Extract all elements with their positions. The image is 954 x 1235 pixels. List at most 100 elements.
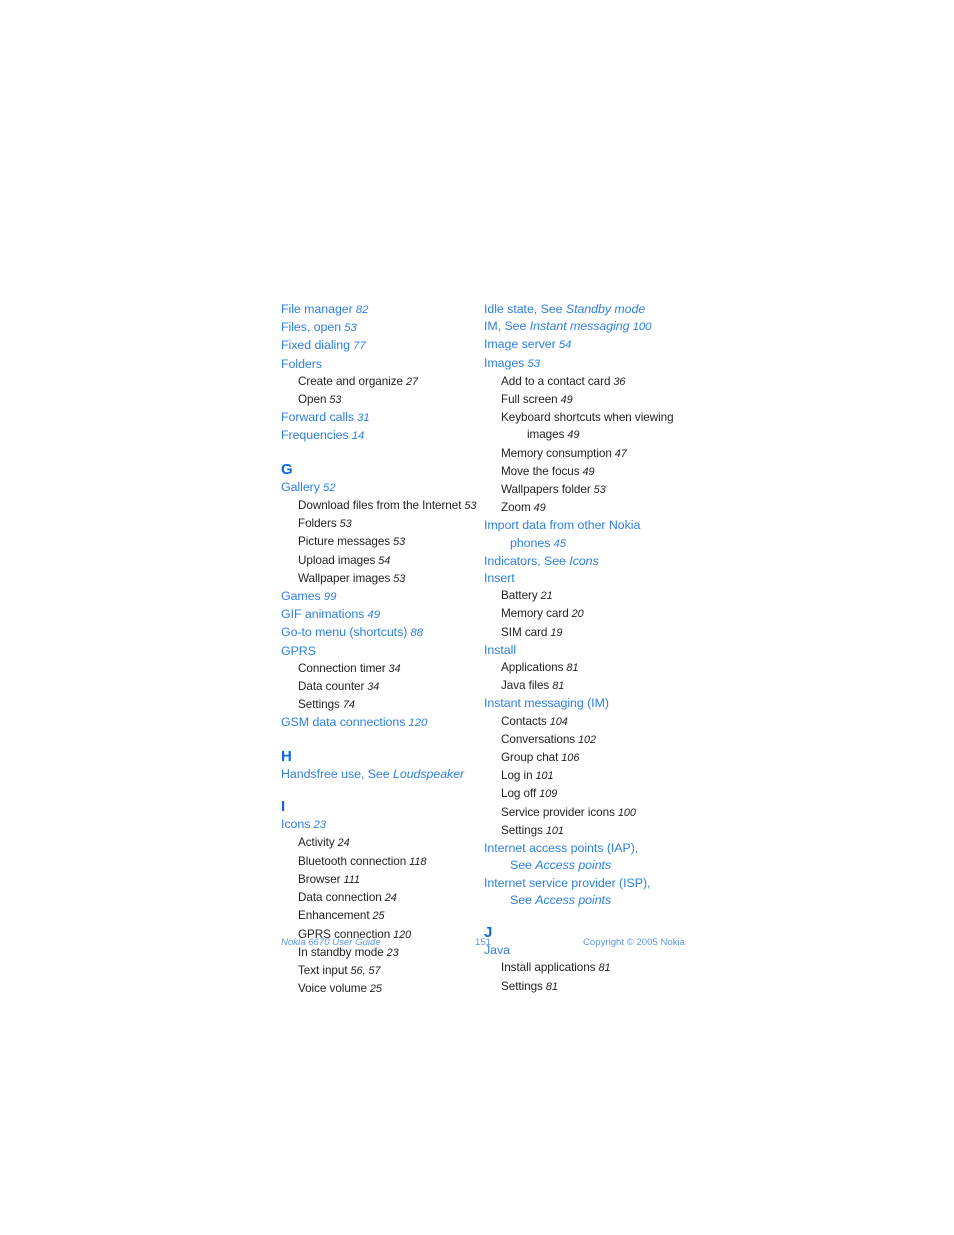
index-entry[interactable]: Idle state, See Standby mode [484, 301, 687, 318]
index-entry[interactable]: Internet access points (IAP), [484, 840, 687, 857]
index-subentry[interactable]: Picture messages 53 [281, 533, 484, 551]
index-page-number[interactable]: 81 [549, 680, 564, 692]
index-entry[interactable]: Files, open 53 [281, 319, 484, 337]
index-entry[interactable]: Fixed dialing 77 [281, 337, 484, 355]
index-subentry[interactable]: Install applications 81 [484, 959, 687, 977]
index-subentry[interactable]: Full screen 49 [484, 391, 687, 409]
index-cross-reference[interactable]: Standby mode [566, 302, 645, 316]
index-page-number[interactable]: 118 [406, 856, 426, 868]
index-subentry[interactable]: Create and organize 27 [281, 373, 484, 391]
index-entry-continuation[interactable]: See Access points [484, 857, 687, 874]
index-subentry[interactable]: Conversations 102 [484, 731, 687, 749]
index-page-number[interactable]: 47 [612, 448, 627, 460]
index-subentry[interactable]: Zoom 49 [484, 499, 687, 517]
index-page-number[interactable]: 31 [354, 412, 370, 424]
index-page-number[interactable]: 54 [375, 555, 390, 567]
index-page-number[interactable]: 45 [550, 538, 566, 550]
index-page-number[interactable]: 21 [538, 590, 553, 602]
index-subentry[interactable]: Log in 101 [484, 767, 687, 785]
index-subentry[interactable]: Open 53 [281, 391, 484, 409]
index-subentry[interactable]: Log off 109 [484, 785, 687, 803]
index-page-number[interactable]: 53 [461, 500, 476, 512]
index-subentry[interactable]: Data counter 34 [281, 678, 484, 696]
index-page-number[interactable]: 49 [364, 609, 380, 621]
index-page-number[interactable]: 49 [558, 394, 573, 406]
index-subentry[interactable]: Wallpaper images 53 [281, 570, 484, 588]
index-entry[interactable]: GIF animations 49 [281, 606, 484, 624]
index-page-number[interactable]: 19 [547, 627, 562, 639]
index-page-number[interactable]: 81 [596, 962, 610, 974]
index-page-number[interactable]: 52 [320, 482, 336, 494]
index-page-number[interactable]: 27 [403, 376, 418, 388]
index-entry[interactable]: Gallery 52 [281, 479, 484, 497]
index-subentry[interactable]: Memory consumption 47 [484, 445, 687, 463]
index-entry-continuation[interactable]: phones 45 [484, 535, 687, 553]
index-entry[interactable]: Indicators, See Icons [484, 553, 687, 570]
index-subentry[interactable]: Battery 21 [484, 587, 687, 605]
index-page-number[interactable]: 104 [547, 716, 568, 728]
index-cross-reference[interactable]: Access points [535, 893, 611, 907]
index-subentry[interactable]: Data connection 24 [281, 889, 484, 907]
index-subentry[interactable]: Applications 81 [484, 659, 687, 677]
index-subentry[interactable]: Upload images 54 [281, 552, 484, 570]
index-subentry[interactable]: Keyboard shortcuts when viewing [484, 409, 687, 426]
index-entry[interactable]: File manager 82 [281, 301, 484, 319]
index-subentry[interactable]: Bluetooth connection 118 [281, 853, 484, 871]
index-entry[interactable]: Insert [484, 570, 687, 587]
index-subentry[interactable]: Download files from the Internet 53 [281, 497, 484, 515]
index-page-number[interactable]: 106 [558, 752, 579, 764]
index-page-number[interactable]: 101 [543, 825, 564, 837]
index-entry[interactable]: Images 53 [484, 355, 687, 373]
index-entry[interactable]: Folders [281, 356, 484, 373]
index-page-number[interactable]: 54 [556, 339, 572, 351]
index-entry[interactable]: Handsfree use, See Loudspeaker [281, 766, 484, 783]
index-entry[interactable]: Frequencies 14 [281, 427, 484, 445]
index-subentry[interactable]: Service provider icons 100 [484, 804, 687, 822]
index-page-number[interactable]: 74 [340, 699, 355, 711]
index-page-number[interactable]: 77 [350, 340, 366, 352]
index-page-number[interactable]: 24 [335, 837, 350, 849]
index-page-number[interactable]: 111 [341, 874, 359, 886]
index-entry[interactable]: GSM data connections 120 [281, 714, 484, 732]
index-entry[interactable]: Go-to menu (shortcuts) 88 [281, 624, 484, 642]
index-page-number[interactable]: 109 [536, 788, 557, 800]
index-subentry[interactable]: SIM card 19 [484, 624, 687, 642]
index-entry[interactable]: IM, See Instant messaging 100 [484, 318, 687, 336]
index-page-number[interactable]: 101 [533, 770, 554, 782]
index-cross-reference[interactable]: Instant messaging [530, 319, 630, 333]
index-page-number[interactable]: 53 [524, 358, 540, 370]
index-page-number[interactable]: 49 [564, 429, 579, 441]
index-cross-reference[interactable]: Access points [535, 858, 611, 872]
index-page-number[interactable]: 99 [321, 591, 337, 603]
index-page-number[interactable]: 20 [569, 608, 584, 620]
index-subentry[interactable]: Connection timer 34 [281, 660, 484, 678]
index-entry[interactable]: Internet service provider (ISP), [484, 875, 687, 892]
index-page-number[interactable]: 102 [575, 734, 596, 746]
index-subentry[interactable]: Settings 74 [281, 696, 484, 714]
index-cross-reference[interactable]: Loudspeaker [393, 767, 464, 781]
index-subentry[interactable]: Voice volume 25 [281, 980, 484, 998]
index-page-number[interactable]: 53 [390, 536, 405, 548]
index-subentry[interactable]: Activity 24 [281, 834, 484, 852]
index-page-number[interactable]: 25 [367, 983, 382, 995]
index-entry[interactable]: Install [484, 642, 687, 659]
index-entry[interactable]: Icons 23 [281, 816, 484, 834]
index-subentry[interactable]: Browser 111 [281, 871, 484, 889]
index-page-number[interactable]: 23 [310, 819, 326, 831]
index-subentry[interactable]: Text input 56, 57 [281, 962, 484, 980]
index-page-number[interactable]: 49 [580, 466, 595, 478]
index-entry-continuation[interactable]: See Access points [484, 892, 687, 909]
index-page-number[interactable]: 53 [390, 573, 405, 585]
index-entry[interactable]: Games 99 [281, 588, 484, 606]
index-subentry[interactable]: Group chat 106 [484, 749, 687, 767]
index-entry[interactable]: Image server 54 [484, 336, 687, 354]
index-page-number[interactable]: 56, 57 [348, 965, 381, 977]
index-subentry[interactable]: Add to a contact card 36 [484, 373, 687, 391]
index-page-number[interactable]: 100 [629, 321, 652, 333]
index-page-number[interactable]: 88 [407, 627, 423, 639]
index-page-number[interactable]: 82 [353, 304, 369, 316]
index-page-number[interactable]: 36 [610, 376, 625, 388]
index-page-number[interactable]: 49 [531, 502, 546, 514]
index-page-number[interactable]: 14 [349, 430, 365, 442]
index-entry[interactable]: Instant messaging (IM) [484, 695, 687, 712]
